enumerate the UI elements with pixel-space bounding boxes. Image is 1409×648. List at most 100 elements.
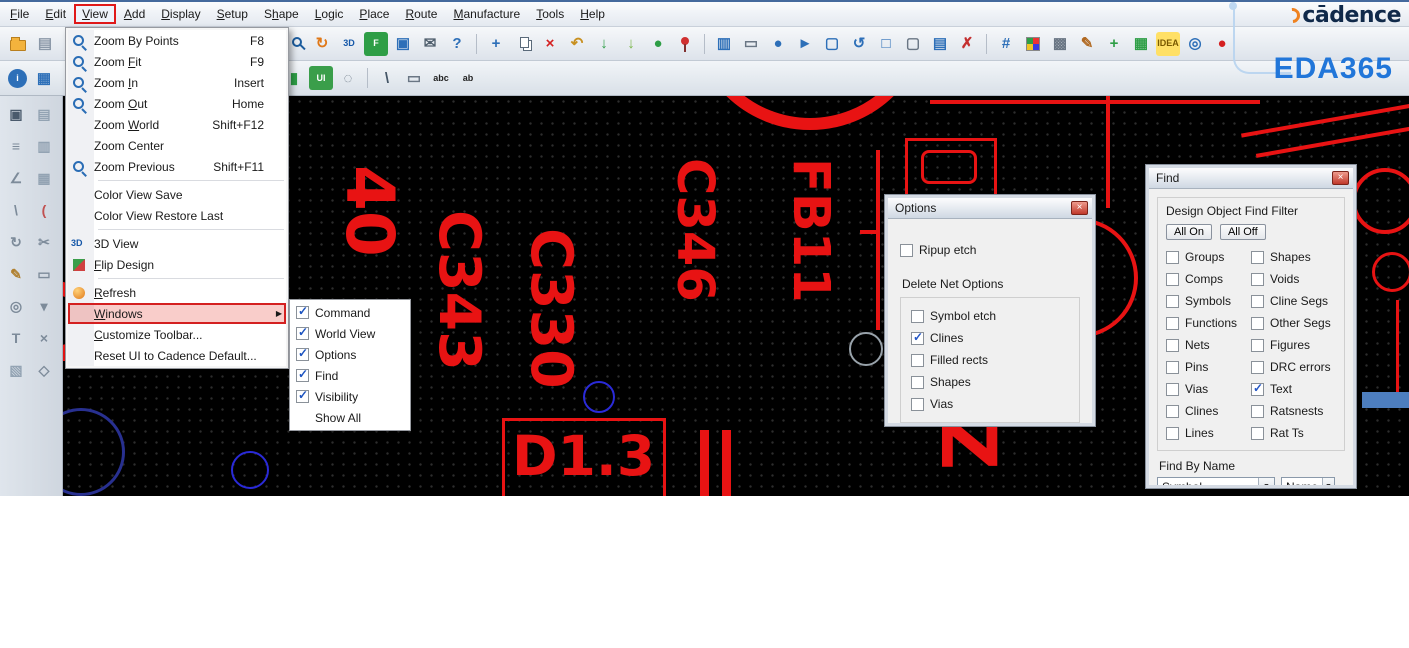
submenu-find[interactable]: Find bbox=[292, 365, 408, 386]
submenu-options[interactable]: Options bbox=[292, 344, 408, 365]
find-filter-checkbox[interactable]: Text bbox=[1251, 378, 1336, 400]
find-filter-checkbox[interactable]: Ratsnests bbox=[1251, 400, 1336, 422]
find-filter-checkbox[interactable]: Other Segs bbox=[1251, 312, 1336, 334]
menu-windows[interactable]: Windows bbox=[68, 303, 286, 324]
redraw-icon[interactable]: ↻ bbox=[310, 32, 334, 56]
help-icon[interactable]: ? bbox=[445, 32, 469, 56]
find-filter-checkbox[interactable]: Figures bbox=[1251, 334, 1336, 356]
frame-icon[interactable]: ▢ bbox=[901, 32, 925, 56]
open-icon[interactable] bbox=[6, 32, 30, 56]
ui-icon[interactable]: UI bbox=[309, 66, 333, 90]
move-icon[interactable]: + bbox=[484, 32, 508, 56]
option-checkbox[interactable]: Clines bbox=[911, 327, 1069, 349]
text-tool-icon[interactable]: T bbox=[4, 326, 28, 350]
info-icon[interactable]: i bbox=[8, 68, 27, 88]
options-dialog-titlebar[interactable]: Options bbox=[888, 198, 1092, 219]
find-filter-checkbox[interactable]: Rat Ts bbox=[1251, 422, 1336, 444]
find-filter-checkbox[interactable]: Vias bbox=[1166, 378, 1251, 400]
next-icon[interactable]: ↓ bbox=[619, 32, 643, 56]
find-filter-checkbox[interactable]: Groups bbox=[1166, 246, 1251, 268]
menu-route[interactable]: Route bbox=[397, 4, 445, 24]
chip-icon[interactable]: ▭ bbox=[32, 262, 56, 286]
circle-icon[interactable]: ● bbox=[766, 32, 790, 56]
option-checkbox[interactable]: Vias bbox=[911, 393, 1069, 415]
find-filter-checkbox[interactable]: DRC errors bbox=[1251, 356, 1336, 378]
pin-icon[interactable] bbox=[673, 32, 697, 56]
brush-icon[interactable]: ✎ bbox=[1075, 32, 1099, 56]
xsection-icon[interactable]: ▦ bbox=[1129, 32, 1153, 56]
mail-icon[interactable]: ✉ bbox=[418, 32, 442, 56]
close-icon[interactable] bbox=[1332, 171, 1349, 185]
slash-icon[interactable]: \ bbox=[4, 198, 28, 222]
lock-icon[interactable]: ▣ bbox=[4, 102, 28, 126]
menu-flip-design[interactable]: Flip Design bbox=[68, 254, 286, 275]
find-filter-checkbox[interactable]: Functions bbox=[1166, 312, 1251, 334]
group-icon[interactable]: ▧ bbox=[4, 358, 28, 382]
plot-icon[interactable]: ▤ bbox=[33, 32, 57, 56]
grid-icon[interactable]: # bbox=[994, 32, 1018, 56]
measure-icon[interactable]: ≡ bbox=[4, 134, 28, 158]
select-icon[interactable]: ► bbox=[793, 32, 817, 56]
menu-shape[interactable]: Shape bbox=[256, 4, 307, 24]
menu-zoom-fit[interactable]: Zoom Fit F9 bbox=[68, 51, 286, 72]
submenu-show-all[interactable]: Show All bbox=[292, 407, 408, 428]
highlight-icon[interactable]: ◎ bbox=[1183, 32, 1207, 56]
menu-3d-view[interactable]: 3D View bbox=[68, 233, 286, 254]
notes-icon[interactable]: ▤ bbox=[928, 32, 952, 56]
chevron-down-icon[interactable] bbox=[1322, 478, 1334, 485]
cascade-windows-icon[interactable]: ▣ bbox=[391, 32, 415, 56]
menu-manufacture[interactable]: Manufacture bbox=[445, 4, 528, 24]
submenu-world-view[interactable]: World View bbox=[292, 323, 408, 344]
find-filter-checkbox[interactable]: Cline Segs bbox=[1251, 290, 1336, 312]
mirror-icon[interactable]: ▥ bbox=[712, 32, 736, 56]
menu-color-view-save[interactable]: Color View Save bbox=[68, 184, 286, 205]
option-checkbox[interactable]: Shapes bbox=[911, 371, 1069, 393]
probe-icon[interactable]: ▾ bbox=[32, 294, 56, 318]
submenu-visibility[interactable]: Visibility bbox=[292, 386, 408, 407]
all-on-button[interactable]: All On bbox=[1166, 224, 1212, 240]
find-panel-titlebar[interactable]: Find bbox=[1149, 168, 1353, 189]
erase-icon[interactable]: × bbox=[32, 326, 56, 350]
add-text-icon[interactable]: abc bbox=[429, 66, 453, 90]
report-icon[interactable]: ✗ bbox=[955, 32, 979, 56]
menu-zoom-world[interactable]: Zoom World Shift+F12 bbox=[68, 114, 286, 135]
menu-zoom-previous[interactable]: Zoom Previous Shift+F11 bbox=[68, 156, 286, 177]
menu-zoom-in[interactable]: Zoom In Insert bbox=[68, 72, 286, 93]
3d-view-icon[interactable]: 3D bbox=[337, 32, 361, 56]
menu-edit[interactable]: Edit bbox=[37, 4, 74, 24]
pencil-icon[interactable]: ✎ bbox=[4, 262, 28, 286]
window-icon[interactable]: □ bbox=[874, 32, 898, 56]
properties-icon[interactable]: ▦ bbox=[32, 66, 56, 90]
loop-icon[interactable]: ↻ bbox=[4, 230, 28, 254]
menu-reset-ui[interactable]: Reset UI to Cadence Default... bbox=[68, 345, 286, 366]
menu-setup[interactable]: Setup bbox=[209, 4, 256, 24]
find-filter-checkbox[interactable]: Comps bbox=[1166, 268, 1251, 290]
angle-icon[interactable]: ∠ bbox=[4, 166, 28, 190]
menu-zoom-out[interactable]: Zoom Out Home bbox=[68, 93, 286, 114]
edit-text-icon[interactable]: ab bbox=[456, 66, 480, 90]
layers-icon[interactable]: ▤ bbox=[32, 102, 56, 126]
submenu-command[interactable]: Command bbox=[292, 302, 408, 323]
menu-logic[interactable]: Logic bbox=[307, 4, 352, 24]
close-icon[interactable] bbox=[1071, 201, 1088, 215]
rectangle-icon[interactable]: ▭ bbox=[739, 32, 763, 56]
menu-zoom-center[interactable]: Zoom Center bbox=[68, 135, 286, 156]
find-filter-checkbox[interactable]: Voids bbox=[1251, 268, 1336, 290]
find-filter-checkbox[interactable]: Nets bbox=[1166, 334, 1251, 356]
line-icon[interactable]: \ bbox=[375, 66, 399, 90]
cut-icon[interactable]: ✂ bbox=[32, 230, 56, 254]
stack-icon[interactable]: ▥ bbox=[32, 134, 56, 158]
done-icon[interactable]: ↓ bbox=[592, 32, 616, 56]
arc-icon[interactable]: ( bbox=[32, 198, 56, 222]
option-checkbox[interactable]: Filled rects bbox=[911, 349, 1069, 371]
undo-view-icon[interactable]: ↺ bbox=[847, 32, 871, 56]
menu-display[interactable]: Display bbox=[153, 4, 208, 24]
menu-file[interactable]: File bbox=[2, 4, 37, 24]
status-icon[interactable]: ● bbox=[1210, 32, 1234, 56]
chevron-down-icon[interactable] bbox=[1258, 478, 1274, 485]
snap-icon[interactable]: ◇ bbox=[32, 358, 56, 382]
menu-add[interactable]: Add bbox=[116, 4, 153, 24]
rectangle-tool-icon[interactable]: ▭ bbox=[402, 66, 426, 90]
menu-zoom-by-points[interactable]: Zoom By Points F8 bbox=[68, 30, 286, 51]
undo-icon[interactable]: ↶ bbox=[565, 32, 589, 56]
